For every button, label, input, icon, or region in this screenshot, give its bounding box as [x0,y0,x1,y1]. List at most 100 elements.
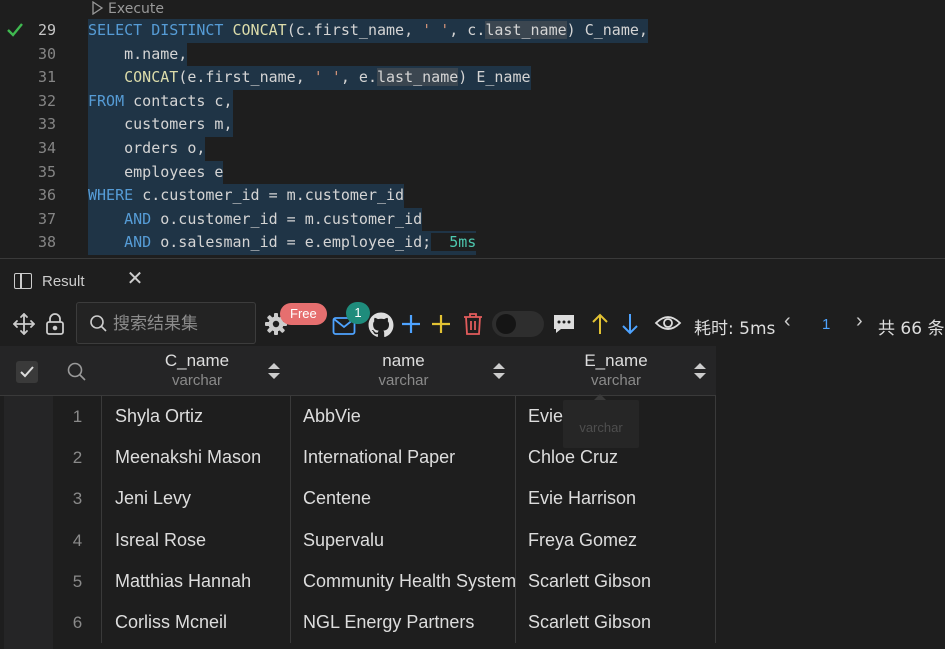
code-line[interactable]: 29 SELECT DISTINCT CONCAT(c.first_name, '… [0,19,945,43]
column-type: varchar [171,372,223,389]
search-icon[interactable] [66,361,88,383]
code-text: AND o.salesman_id = e.employee_id; 5ms [88,231,477,255]
select-all-checkbox[interactable] [16,361,38,383]
code-line[interactable]: 35 employees e [0,160,945,185]
notification-badge: 1 [346,302,370,324]
table-cell[interactable]: International Paper [291,437,516,479]
table-cell[interactable]: Supervalu [291,519,516,561]
close-icon[interactable]: ✕ [124,268,146,290]
sort-icon[interactable] [267,362,281,380]
free-badge[interactable]: Free [280,303,327,325]
code-line[interactable]: 36 WHERE c.customer_id = m.customer_id [0,184,945,208]
code-token: o.customer_id = m.customer_id [160,209,423,228]
code-token: (c.first_name, [286,21,423,39]
table-cell[interactable]: Evie Harrison [516,478,716,520]
code-token: customers m, [88,115,233,134]
code-token: FROM [88,91,134,110]
table-row[interactable]: 4 Isreal Rose Supervalu Freya Gomez [4,519,716,561]
result-toolbar: Free 1 耗时 [0,300,945,346]
lock-icon[interactable] [44,312,66,336]
table-cell[interactable]: Scarlett Gibson [516,560,716,602]
column-name: E_name [584,351,648,370]
execute-codelens[interactable]: Execute [90,0,164,18]
prev-page-button[interactable]: ‹ [784,310,798,334]
line-number: 33 [37,115,56,134]
column-header-name[interactable]: name varchar [291,346,516,396]
add-icon[interactable] [430,313,452,335]
delete-icon[interactable] [462,312,484,336]
next-page-button[interactable]: › [856,310,870,334]
code-line[interactable]: 33 customers m, [0,113,945,137]
row-index[interactable]: 1 [54,396,102,438]
line-number: 38 [37,233,56,252]
code-token: AND [124,209,161,228]
code-line[interactable]: 32 FROM contacts c, [0,89,945,114]
code-token: m.name, [88,44,188,63]
code-token: AND [124,233,161,252]
column-type: varchar [378,372,429,389]
github-icon[interactable] [368,312,394,338]
code-text: customers m, [88,113,233,137]
toggle-switch[interactable] [492,311,544,337]
row-index[interactable]: 6 [54,602,102,644]
code-line[interactable]: 38 AND o.salesman_id = e.employee_id; 5m… [0,231,945,255]
comment-icon[interactable] [552,313,576,335]
table-cell[interactable]: Freya Gomez [516,519,716,561]
arrow-down-icon[interactable] [620,312,640,336]
table-cell[interactable]: Community Health Systems [291,560,516,602]
code-token: WHERE [88,186,143,205]
row-index[interactable]: 3 [54,478,102,520]
sql-editor[interactable]: Execute 29 SELECT DISTINCT CONCAT(c.first… [0,0,945,258]
play-icon [92,0,104,16]
table-cell[interactable]: NGL Energy Partners [291,602,516,644]
table-cell[interactable]: Shyla Ortiz [103,396,291,438]
line-number: 30 [37,44,56,63]
table-cell[interactable]: Corliss Mcneil [103,602,291,644]
table-cell[interactable]: Meenakshi Mason [103,437,291,479]
table-cell[interactable]: Scarlett Gibson [516,602,716,644]
result-search-input[interactable] [113,311,249,337]
total-count: 共 66 条 [878,319,945,339]
code-token: c.customer_id = m.customer_id [142,186,405,205]
row-index[interactable]: 5 [54,560,102,602]
line-number: 31 [37,68,56,87]
sort-icon[interactable] [492,362,506,380]
move-icon[interactable] [12,312,36,336]
code-line[interactable]: 31 CONCAT(e.first_name, ' ', e.last_name… [0,66,945,90]
table-cell[interactable]: Centene [291,478,516,520]
check-icon [20,366,34,378]
code-token: CONCAT [124,68,179,87]
column-header-c-name[interactable]: C_name varchar [103,346,291,396]
code-line[interactable]: 37 AND o.customer_id = m.customer_id [0,207,945,232]
line-number: 34 [37,139,56,157]
code-token: ) E_name [458,68,531,87]
table-row[interactable]: 3 Jeni Levy Centene Evie Harrison [4,478,716,520]
table-cell[interactable]: Matthias Hannah [103,560,291,602]
eye-icon[interactable] [654,313,682,333]
table-cell[interactable]: AbbVie [291,396,516,438]
column-header-e-name[interactable]: E_name varchar [516,346,716,396]
row-index[interactable]: 2 [54,437,102,479]
code-line[interactable]: 34 orders o, [0,137,945,161]
row-index[interactable]: 4 [54,519,102,561]
arrow-up-icon[interactable] [590,312,610,336]
page-number[interactable]: 1 [822,316,830,333]
code-text: AND o.customer_id = m.customer_id [88,207,423,232]
table-cell[interactable]: Isreal Rose [103,519,291,561]
code-line[interactable]: 30 m.name, [0,42,945,67]
grid-header: C_name varchar name varchar E_name varch… [0,346,716,396]
line-number: 37 [37,209,56,228]
sort-icon[interactable] [693,362,707,380]
code-token: last_name [485,21,567,39]
panel-icon [14,273,32,289]
add-row-icon[interactable] [400,313,422,335]
table-row[interactable]: 6 Corliss Mcneil NGL Energy Partners Scarle… [4,602,716,644]
result-search-box [76,302,256,344]
tab-result[interactable]: Result [14,268,85,294]
search-icon [90,315,107,332]
table-cell[interactable]: Jeni Levy [103,478,291,520]
table-row[interactable]: 5 Matthias Hannah Community Health Systems… [4,560,716,602]
column-type-tooltip: varchar [563,394,639,448]
